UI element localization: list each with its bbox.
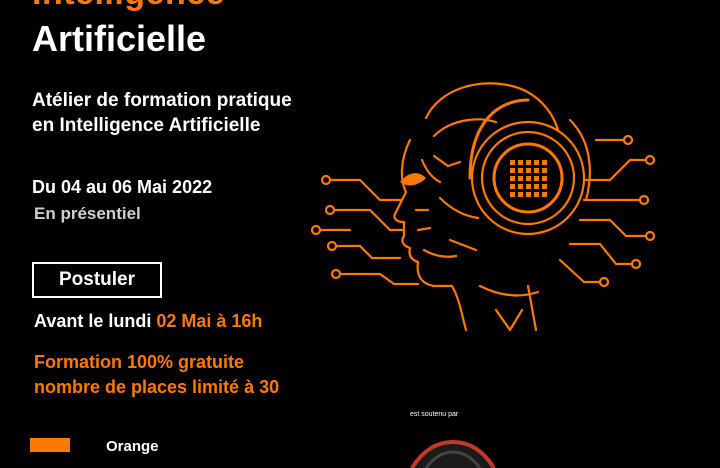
offer-info: Formation 100% gratuite nombre de places… <box>34 350 279 400</box>
ai-robot-head-icon <box>310 82 656 332</box>
event-mode: En présentiel <box>34 204 141 223</box>
supported-by-label: est soutenu par <box>410 411 459 418</box>
offer-line: nombre de places limité à 30 <box>34 377 280 397</box>
sponsor-logo <box>410 439 496 468</box>
application-deadline: Avant le lundi 02 Mai à 16h <box>34 311 262 332</box>
brand-name: Orange <box>106 438 159 455</box>
page-title: Artificielle <box>32 18 207 59</box>
offer-line: Formation 100% gratuite <box>34 352 245 372</box>
deadline-prefix: Avant le lundi <box>34 311 157 331</box>
deadline-date: 02 Mai à 16h <box>156 311 263 331</box>
title-line-1: Intelligence <box>32 0 225 13</box>
event-dates: Du 04 au 06 Mai 2022 <box>32 177 213 197</box>
apply-button[interactable]: Postuler <box>32 262 162 298</box>
